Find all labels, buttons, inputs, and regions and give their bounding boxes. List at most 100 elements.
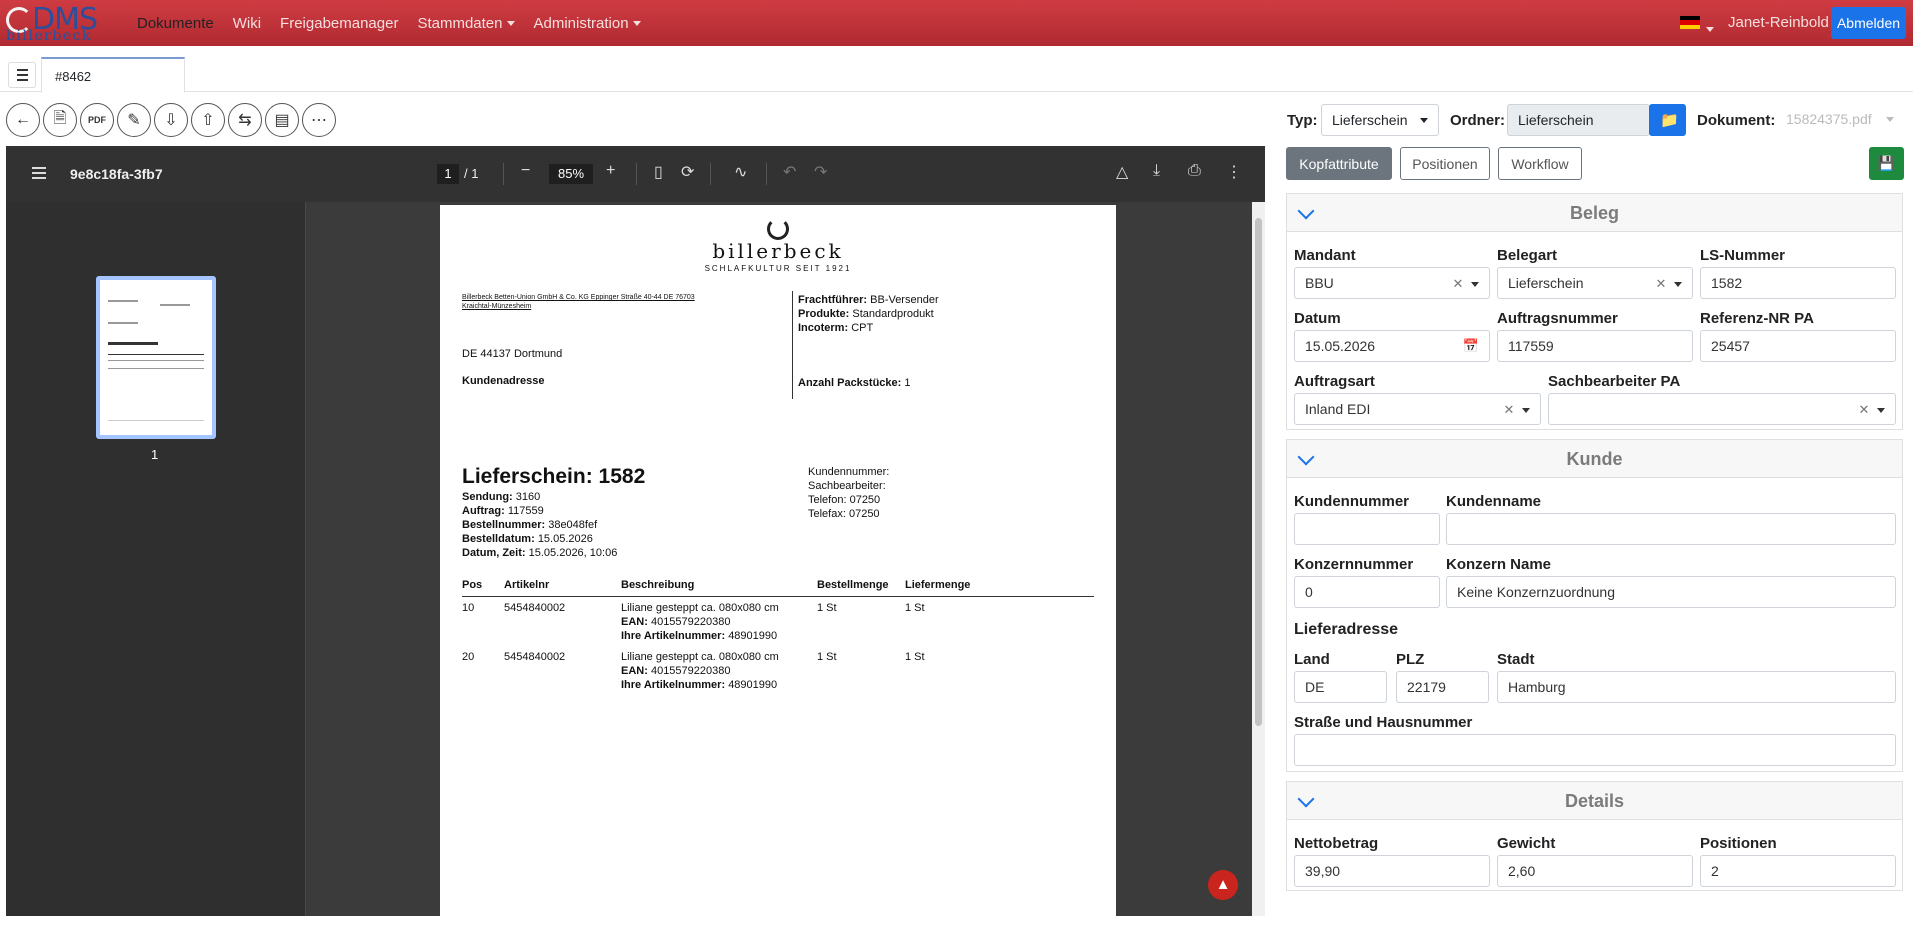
logout-button[interactable]: Abmelden	[1831, 7, 1906, 39]
more-vertical-icon[interactable]: ⋮	[1226, 162, 1242, 182]
divider	[710, 163, 711, 185]
plz-input[interactable]: 22179	[1396, 671, 1489, 703]
upload-icon[interactable]: ⇧	[191, 103, 225, 137]
swap-icon[interactable]: ⇆	[228, 103, 262, 137]
user-name[interactable]: Janet-Reinbold	[1728, 14, 1829, 31]
konzernnummer-input[interactable]: 0	[1294, 576, 1440, 608]
zoom-in-icon[interactable]: +	[606, 162, 615, 180]
download-icon[interactable]: ⤓	[1153, 162, 1160, 180]
contact-telefax: Telefax: 07250	[808, 508, 880, 520]
nav-dokumente[interactable]: Dokumente	[137, 15, 214, 32]
row2-ref: Ihre Artikelnummer: 48901990	[621, 679, 778, 691]
row2-lief: 1 St	[905, 651, 925, 663]
tab-positionen[interactable]: Positionen	[1400, 147, 1490, 180]
pdf-menu-icon[interactable]	[32, 167, 46, 179]
meta-auftrag: Auftrag: 117559	[462, 505, 544, 517]
customer-city: DE 44137 Dortmund	[462, 348, 563, 360]
konzernname-input[interactable]: Keine Konzernzuordnung	[1446, 576, 1896, 608]
auftragsart-select[interactable]: Inland EDI ✕	[1294, 393, 1541, 425]
dokument-value: 15824375.pdf	[1786, 111, 1872, 127]
thumbnail-label: 1	[151, 447, 159, 462]
language-caret-icon[interactable]	[1702, 20, 1714, 37]
tab-kopfattribute[interactable]: Kopfattribute	[1286, 147, 1392, 180]
document-download-icon[interactable]: ⇩	[154, 103, 188, 137]
clear-select-icon[interactable]: ✕	[1503, 402, 1530, 418]
sender-line-2: Kraichtal-Münzesheim	[462, 303, 532, 310]
zoom-level[interactable]: 85%	[549, 164, 593, 184]
page-number-input[interactable]: 1	[437, 164, 459, 184]
book-icon[interactable]: ▤	[265, 103, 299, 137]
belegart-select[interactable]: Lieferschein ✕	[1497, 267, 1693, 299]
positionen-input[interactable]: 2	[1700, 855, 1896, 887]
nav-wiki[interactable]: Wiki	[233, 15, 261, 32]
kundennummer-input[interactable]	[1294, 513, 1440, 545]
clear-select-icon[interactable]: ✕	[1858, 402, 1885, 418]
strasse-input[interactable]	[1294, 734, 1896, 766]
auftragsart-label: Auftragsart	[1294, 373, 1375, 390]
datum-input[interactable]: 15.05.2026 📅	[1294, 330, 1490, 362]
details-header[interactable]: Details	[1287, 782, 1902, 820]
stadt-input[interactable]: Hamburg	[1497, 671, 1896, 703]
row1-best: 1 St	[817, 602, 837, 614]
nav-administration[interactable]: Administration	[534, 15, 641, 32]
land-input[interactable]: DE	[1294, 671, 1387, 703]
document-edit-icon[interactable]: ✎	[117, 103, 151, 137]
back-icon[interactable]: ←	[6, 103, 40, 137]
clear-select-icon[interactable]: ✕	[1655, 276, 1682, 292]
kunde-header[interactable]: Kunde	[1287, 440, 1902, 478]
divider	[503, 163, 504, 185]
divider	[766, 163, 767, 185]
zoom-out-icon[interactable]: −	[521, 162, 530, 180]
more-icon[interactable]: ⋯	[302, 103, 336, 137]
ordner-field[interactable]: Lieferschein	[1507, 104, 1650, 136]
row1-ref: Ihre Artikelnummer: 48901990	[621, 630, 778, 642]
carrier: Frachtführer: BB-Versender	[798, 294, 939, 306]
menu-toggle-button[interactable]	[8, 62, 36, 88]
fit-page-icon[interactable]: ▯	[654, 162, 663, 182]
undo-icon[interactable]: ↶	[783, 162, 796, 182]
incoterm: Incoterm: CPT	[798, 322, 874, 334]
positionen-label: Positionen	[1700, 835, 1777, 852]
col-artikelnr: Artikelnr	[504, 579, 550, 591]
print-icon[interactable]: ⎙	[1188, 162, 1201, 180]
pdf-icon[interactable]: PDF	[80, 103, 114, 137]
gewicht-input[interactable]: 2,60	[1497, 855, 1693, 887]
draw-icon[interactable]: ∿	[734, 162, 747, 182]
nav-stammdaten[interactable]: Stammdaten	[417, 15, 515, 32]
rotate-icon[interactable]: ⟳	[681, 162, 694, 182]
page-thumbnail[interactable]	[96, 276, 216, 439]
folder-icon[interactable]: 📁	[1649, 104, 1686, 136]
ls-nummer-input[interactable]: 1582	[1700, 267, 1896, 299]
dokument-select[interactable]: 15824375.pdf	[1776, 104, 1904, 136]
calendar-icon[interactable]: 📅	[1463, 338, 1479, 354]
row2-pos: 20	[462, 651, 475, 663]
save-icon[interactable]: 💾	[1869, 147, 1904, 180]
redo-icon[interactable]: ↷	[814, 162, 827, 182]
mandant-select[interactable]: BBU ✕	[1294, 267, 1490, 299]
tab-workflow[interactable]: Workflow	[1498, 147, 1582, 180]
scrollbar-thumb[interactable]	[1255, 218, 1262, 726]
acrobat-icon[interactable]: ▲	[1208, 870, 1238, 900]
nav-freigabemanager[interactable]: Freigabemanager	[280, 15, 398, 32]
page-count: / 1	[464, 166, 479, 181]
beleg-header[interactable]: Beleg	[1287, 194, 1902, 232]
document-check-icon[interactable]: 🗎	[43, 103, 77, 137]
clear-select-icon[interactable]: ✕	[1452, 276, 1479, 292]
sachbearbeiter-select[interactable]: ✕	[1548, 393, 1896, 425]
scrollbar[interactable]	[1252, 202, 1265, 916]
nettobetrag-input[interactable]: 39,90	[1294, 855, 1490, 887]
lieferadresse-heading: Lieferadresse	[1294, 621, 1399, 638]
datum-label: Datum	[1294, 310, 1341, 327]
auftragsnummer-input[interactable]: 117559	[1497, 330, 1693, 362]
tab-document[interactable]: #8462	[41, 57, 185, 93]
konzernname-label: Konzern Name	[1446, 556, 1552, 573]
gewicht-label: Gewicht	[1497, 835, 1556, 852]
datum-value: 15.05.2026	[1305, 338, 1376, 354]
german-flag-icon[interactable]	[1680, 16, 1700, 29]
kundenname-input[interactable]	[1446, 513, 1896, 545]
referenz-input[interactable]: 25457	[1700, 330, 1896, 362]
add-to-drive-icon[interactable]: △	[1116, 162, 1128, 182]
dms-logo[interactable]: DMS billerbeck	[6, 2, 118, 44]
typ-select[interactable]: Lieferschein	[1321, 104, 1439, 136]
auftragsnummer-label: Auftragsnummer	[1497, 310, 1618, 327]
